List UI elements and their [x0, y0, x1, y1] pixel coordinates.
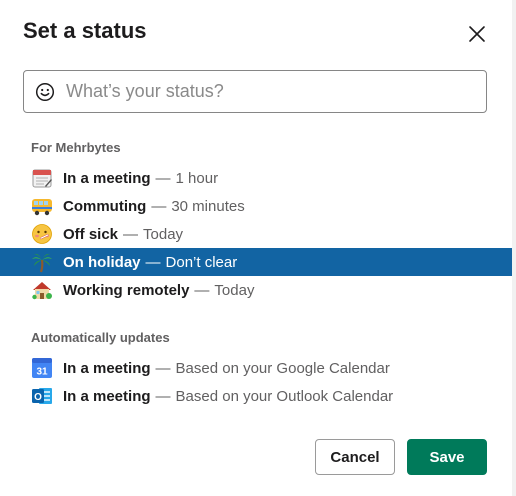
close-button[interactable]	[463, 20, 491, 48]
status-input-box[interactable]	[23, 70, 487, 113]
google-calendar-day: 31	[36, 367, 48, 378]
status-option-working-remotely[interactable]: Working remotely — Today	[0, 276, 512, 304]
smiley-icon[interactable]	[33, 80, 57, 104]
status-option-outlook-calendar[interactable]: O In a meeting — Based on your Outlook C…	[0, 382, 512, 410]
status-input[interactable]	[64, 80, 468, 103]
status-duration: Don’t clear	[165, 253, 238, 271]
outlook-calendar-icon: O	[31, 385, 53, 407]
calendar-icon	[31, 167, 53, 189]
status-name: On holiday	[63, 253, 141, 271]
suggested-heading: For Mehrbytes	[31, 140, 121, 155]
save-button[interactable]: Save	[407, 439, 487, 475]
status-name: In a meeting	[63, 169, 151, 187]
status-name: In a meeting	[63, 387, 151, 405]
status-option-off-sick[interactable]: Off sick — Today	[0, 220, 512, 248]
status-name: In a meeting	[63, 359, 151, 377]
status-duration: 30 minutes	[171, 197, 245, 215]
outlook-letter: O	[34, 392, 42, 403]
house-icon	[31, 279, 53, 301]
status-source: Based on your Outlook Calendar	[175, 387, 394, 405]
bus-icon	[31, 195, 53, 217]
status-option-google-calendar[interactable]: 31 In a meeting — Based on your Google C…	[0, 354, 512, 382]
status-option-in-a-meeting[interactable]: In a meeting — 1 hour	[0, 164, 512, 192]
automatic-status-list: 31 In a meeting — Based on your Google C…	[0, 354, 512, 410]
set-status-dialog: Set a status For Mehrbytes	[0, 0, 516, 496]
separator: —	[155, 359, 171, 377]
status-name: Working remotely	[63, 281, 190, 299]
separator: —	[155, 169, 171, 187]
status-duration: 1 hour	[175, 169, 219, 187]
suggested-status-list: In a meeting — 1 hour Commuting — 30 min…	[0, 164, 512, 304]
status-name: Off sick	[63, 225, 119, 243]
separator: —	[155, 387, 171, 405]
sick-face-icon	[31, 223, 53, 245]
close-icon	[469, 26, 485, 42]
separator: —	[151, 197, 167, 215]
status-duration: Today	[143, 225, 184, 243]
google-calendar-icon: 31	[31, 357, 53, 379]
status-duration: Today	[214, 281, 255, 299]
separator: —	[194, 281, 210, 299]
separator: —	[123, 225, 139, 243]
status-name: Commuting	[63, 197, 147, 215]
status-source: Based on your Google Calendar	[175, 359, 390, 377]
status-option-on-holiday[interactable]: On holiday — Don’t clear	[0, 248, 512, 276]
separator: —	[145, 253, 161, 271]
automatic-heading: Automatically updates	[31, 330, 170, 345]
palm-tree-icon	[31, 251, 53, 273]
status-option-commuting[interactable]: Commuting — 30 minutes	[0, 192, 512, 220]
dialog-title: Set a status	[23, 18, 147, 43]
cancel-button[interactable]: Cancel	[315, 439, 395, 475]
